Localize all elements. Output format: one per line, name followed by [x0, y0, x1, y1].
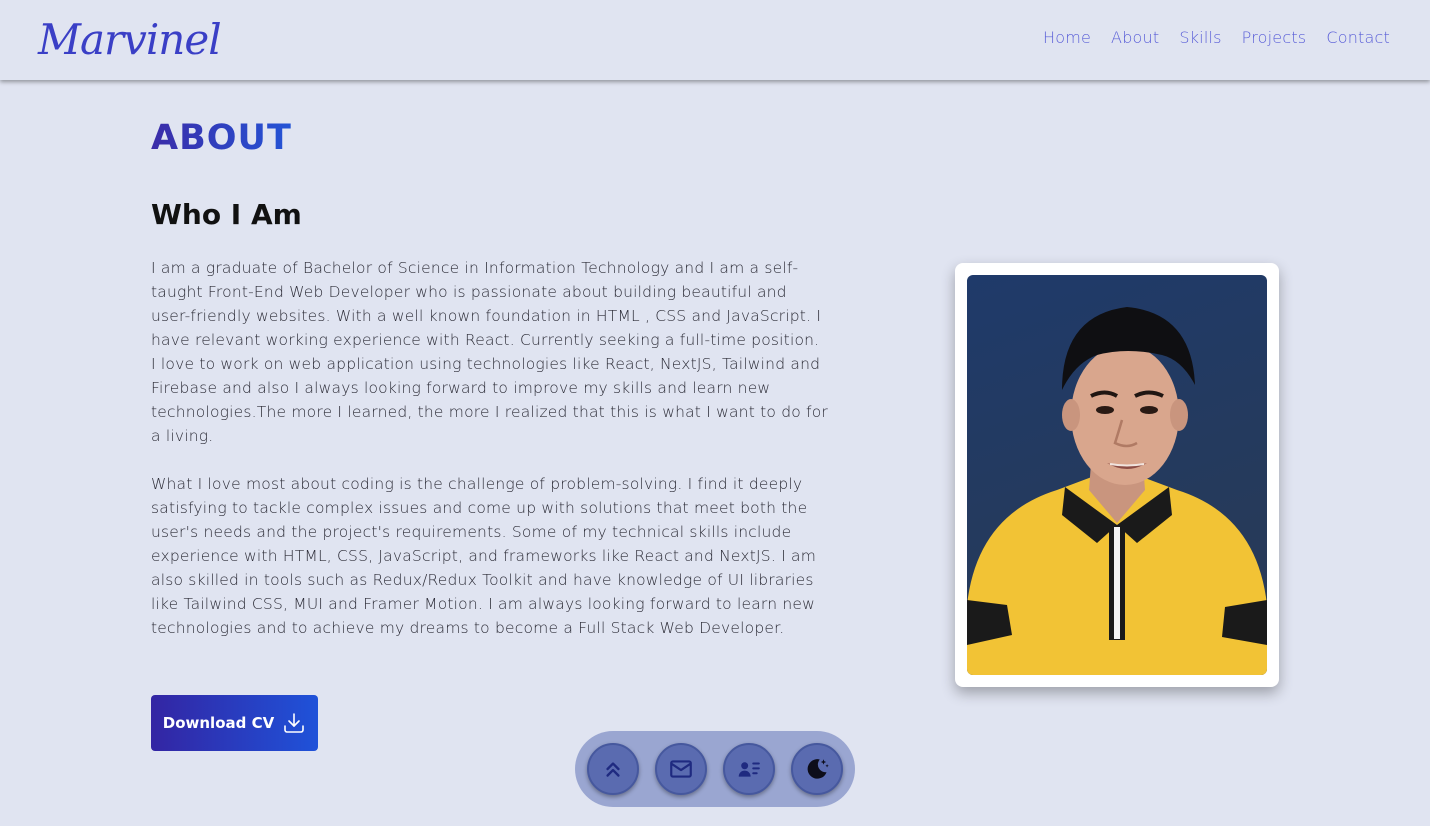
download-icon	[284, 713, 305, 733]
nav-link-about[interactable]: About	[1111, 28, 1159, 47]
contact-card-icon	[738, 762, 760, 777]
theme-toggle-button[interactable]	[791, 743, 843, 795]
site-logo[interactable]: Marvinel	[38, 8, 222, 72]
section-title: ABOUT	[151, 118, 292, 158]
download-cv-label: Download CV	[162, 714, 275, 732]
mail-button[interactable]	[655, 743, 707, 795]
scroll-top-button[interactable]	[587, 743, 639, 795]
contact-card-button[interactable]	[723, 743, 775, 795]
portrait-illustration	[967, 307, 1267, 675]
navbar: Marvinel Home About Skills Projects Cont…	[0, 0, 1430, 80]
nav-link-skills[interactable]: Skills	[1179, 28, 1221, 47]
chevrons-up-icon	[606, 762, 620, 777]
nav-link-contact[interactable]: Contact	[1326, 28, 1390, 47]
mail-icon	[670, 760, 692, 778]
profile-photo	[967, 275, 1267, 675]
nav-link-home[interactable]: Home	[1043, 28, 1091, 47]
profile-photo-card	[955, 263, 1279, 687]
about-subtitle: Who I Am	[151, 198, 302, 231]
about-paragraph-2: What I love most about coding is the cha…	[151, 475, 816, 637]
nav-links: Home About Skills Projects Contact	[1043, 28, 1390, 47]
nav-link-projects[interactable]: Projects	[1242, 28, 1307, 47]
about-paragraph-1: I am a graduate of Bachelor of Science i…	[151, 259, 828, 445]
download-cv-button[interactable]: Download CV	[151, 695, 318, 751]
moon-stars-icon	[807, 759, 829, 779]
floating-dock	[575, 731, 855, 807]
